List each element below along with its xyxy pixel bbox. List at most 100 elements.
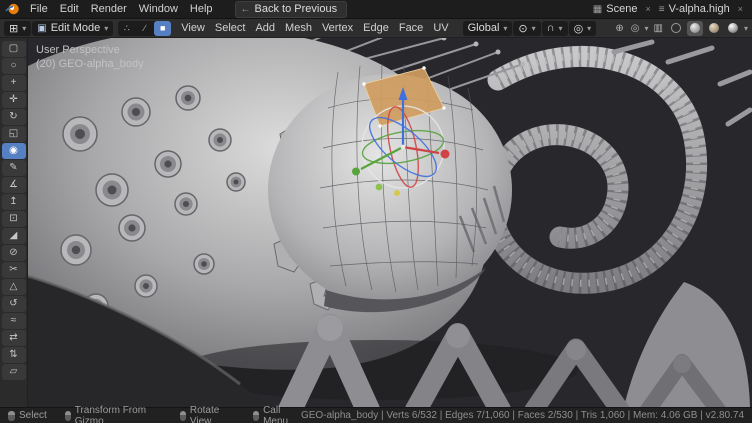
scene-icon: ▦ [593,4,602,15]
xray-toggle[interactable]: ▥ [652,23,665,34]
menu-face[interactable]: Face [394,20,428,37]
shading-wireframe-button[interactable] [668,21,684,36]
statusbar-hints: Select Transform From Gizmo Rotate View … [8,405,301,423]
shading-options-chevron-icon[interactable]: ▾ [744,24,748,33]
gizmo-plane-handle-yellow[interactable] [394,190,400,196]
viewport-header-right: ⊕ ◎ ▾ ▥ ▾ [613,21,748,36]
scene-name: Scene [606,3,637,15]
scene-stats: GEO-alpha_body | Verts 6/532 | Edges 7/1… [301,410,744,421]
active-object-label: (20) GEO-alpha_body [36,58,144,70]
view-layer-remove-button[interactable]: × [736,4,745,14]
viewport-menus: ViewSelectAddMeshVertexEdgeFaceUV [176,20,453,37]
gizmo-plane-handle-green[interactable] [376,184,383,191]
key-hint: Select [8,410,47,421]
menu-select[interactable]: Select [210,20,251,37]
blender-window: FileEditRenderWindowHelp ← Back to Previ… [0,0,752,423]
mouse-left-icon [8,411,15,421]
chevron-down-icon: ▾ [532,24,536,33]
orientation-dropdown[interactable]: Global ▾ [463,21,513,36]
menu-vertex[interactable]: Vertex [317,20,358,37]
back-arrow-icon: ← [241,4,251,15]
shading-material-button[interactable] [706,21,722,36]
edit-mode-icon: ▣ [37,23,46,34]
magnet-icon: ∩ [547,22,555,34]
tool-inset-faces[interactable]: ⊡ [2,211,26,227]
tool-rotate[interactable]: ↻ [2,109,26,125]
menu-add[interactable]: Add [250,20,280,37]
menu-edge[interactable]: Edge [358,20,394,37]
tool-shear[interactable]: ▱ [2,364,26,380]
overlays-toggle[interactable]: ◎ [629,23,642,34]
tool-knife[interactable]: ✂ [2,262,26,278]
tool-poly-build[interactable]: △ [2,279,26,295]
mouse-right-icon [253,411,259,421]
tool-smooth[interactable]: ≈ [2,313,26,329]
gizmo-x-handle[interactable] [441,150,450,159]
edge-select-mode-button[interactable]: ∕ [136,21,153,36]
blender-logo[interactable] [5,3,20,15]
tool-cursor[interactable]: + [2,75,26,91]
tool-transform[interactable]: ◉ [2,143,26,159]
back-to-previous-button[interactable]: ← Back to Previous [235,1,348,18]
scene-unlink-button[interactable]: × [643,4,652,14]
select-mode-buttons: ∴ ∕ ■ [118,21,171,36]
viewport-header: ⊞ ▾ ▣ Edit Mode ▾ ∴ ∕ ■ ViewSelectAddMes… [0,19,752,38]
topbar: FileEditRenderWindowHelp ← Back to Previ… [0,0,752,19]
menu-file[interactable]: File [24,1,54,18]
tool-annotate[interactable]: ✎ [2,160,26,176]
toolbar: ▢○+✛↻◱◉✎∡↥⊡◢⊘✂△↺≈⇄⇅▱ [0,38,28,407]
editor-type-icon: ⊞ [9,22,18,35]
tool-select-box[interactable]: ▢ [2,41,26,57]
topbar-right: ▦ Scene × ≡ V-alpha.high × [590,3,747,15]
face-select-mode-button[interactable]: ■ [154,21,171,36]
tool-loop-cut[interactable]: ⊘ [2,245,26,261]
proportional-editing-dropdown[interactable]: ◎ ▾ [569,21,597,36]
tool-extrude-region[interactable]: ↥ [2,194,26,210]
scene-selector[interactable]: ▦ Scene [590,3,641,15]
shading-solid-button[interactable] [687,21,703,36]
solid-shading-icon [690,23,700,33]
tool-bevel[interactable]: ◢ [2,228,26,244]
tool-select-circle[interactable]: ○ [2,58,26,74]
mouse-middle-icon [180,411,186,421]
editor-type-selector[interactable]: ⊞ ▾ [4,21,31,36]
chevron-down-icon: ▾ [559,24,563,33]
tool-shrink-fatten[interactable]: ⇅ [2,347,26,363]
topbar-menus: FileEditRenderWindowHelp [24,1,219,18]
menu-uv[interactable]: UV [428,20,453,37]
menu-mesh[interactable]: Mesh [280,20,317,37]
pivot-point-dropdown[interactable]: ⊙ ▾ [513,21,540,36]
menu-help[interactable]: Help [184,1,219,18]
gizmo-y-handle[interactable] [352,168,360,176]
snap-dropdown[interactable]: ∩ ▾ [542,21,568,36]
tool-spin[interactable]: ↺ [2,296,26,312]
chevron-down-icon: ▾ [587,24,591,33]
view-layer-icon: ≡ [659,4,665,15]
wireframe-shading-icon [671,23,681,33]
tool-move[interactable]: ✛ [2,92,26,108]
chevron-down-icon: ▾ [22,24,26,33]
show-gizmo-toggle[interactable]: ⊕ [613,23,625,34]
mode-selector[interactable]: ▣ Edit Mode ▾ [32,21,113,36]
tool-scale[interactable]: ◱ [2,126,26,142]
statusbar: Select Transform From Gizmo Rotate View … [0,407,752,423]
shading-rendered-button[interactable] [725,21,741,36]
view-name-label: User Perspective [36,44,120,56]
tool-edge-slide[interactable]: ⇄ [2,330,26,346]
rendered-shading-icon [728,23,738,33]
view-layer-selector[interactable]: ≡ V-alpha.high [656,3,733,15]
viewport-canvas[interactable]: User Perspective (20) GEO-alpha_body [28,38,752,407]
gizmo-center-dot[interactable] [401,145,406,150]
menu-edit[interactable]: Edit [54,1,85,18]
menu-view[interactable]: View [176,20,210,37]
menu-window[interactable]: Window [133,1,184,18]
material-shading-icon [709,23,719,33]
menu-render[interactable]: Render [85,1,133,18]
mode-label: Edit Mode [51,22,101,34]
vertex-select-mode-button[interactable]: ∴ [118,21,135,36]
viewport-3d[interactable]: User Perspective (20) GEO-alpha_body [28,38,752,407]
chevron-down-icon: ▾ [104,24,108,33]
hint-label: Select [19,410,47,421]
mouse-drag-icon [65,411,71,421]
tool-measure[interactable]: ∡ [2,177,26,193]
